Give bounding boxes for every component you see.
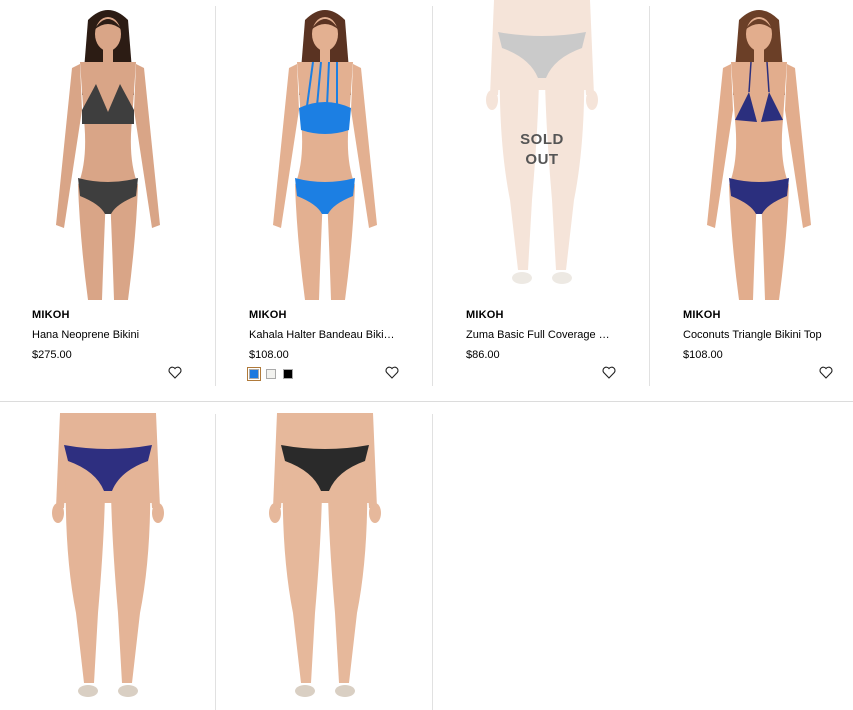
- product-image[interactable]: SOLD OUT: [434, 0, 650, 300]
- product-image[interactable]: [217, 0, 433, 300]
- product-card[interactable]: [217, 413, 433, 710]
- heart-icon[interactable]: [819, 366, 833, 379]
- product-image[interactable]: [217, 413, 433, 710]
- product-card[interactable]: SOLD OUT MIKOH Zuma Basic Full Coverage …: [434, 0, 650, 390]
- color-swatch[interactable]: [283, 369, 293, 379]
- product-brand[interactable]: MIKOH: [683, 309, 721, 321]
- heart-icon[interactable]: [385, 366, 399, 379]
- product-brand[interactable]: MIKOH: [32, 309, 70, 321]
- product-name[interactable]: Coconuts Triangle Bikini Top: [683, 329, 853, 341]
- color-swatch[interactable]: [266, 369, 276, 379]
- product-price: $275.00: [32, 349, 72, 361]
- product-image[interactable]: [0, 413, 216, 710]
- product-name[interactable]: Hana Neoprene Bikini: [32, 329, 202, 341]
- sold-out-label: SOLD OUT: [520, 131, 564, 168]
- model-figure: [707, 10, 811, 300]
- product-name[interactable]: Kahala Halter Bandeau Biki…: [249, 329, 419, 341]
- product-brand[interactable]: MIKOH: [249, 309, 287, 321]
- model-figure: [56, 10, 160, 300]
- product-price: $86.00: [466, 349, 500, 361]
- product-price: $108.00: [683, 349, 723, 361]
- product-image[interactable]: [0, 0, 216, 300]
- color-swatch[interactable]: [247, 367, 261, 381]
- model-figure: [273, 10, 377, 300]
- row-divider: [0, 401, 853, 402]
- product-name[interactable]: Zuma Basic Full Coverage …: [466, 329, 636, 341]
- heart-icon[interactable]: [602, 366, 616, 379]
- heart-icon[interactable]: [168, 366, 182, 379]
- product-brand[interactable]: MIKOH: [466, 309, 504, 321]
- product-card[interactable]: MIKOH Kahala Halter Bandeau Biki… $108.0…: [217, 0, 433, 390]
- color-swatches: [247, 367, 293, 381]
- product-price: $108.00: [249, 349, 289, 361]
- model-figure: [52, 413, 164, 697]
- product-card[interactable]: MIKOH Hana Neoprene Bikini $275.00: [0, 0, 216, 390]
- product-card[interactable]: MIKOH Coconuts Triangle Bikini Top $108.…: [651, 0, 853, 390]
- product-card[interactable]: [0, 413, 216, 710]
- product-image[interactable]: [651, 0, 853, 300]
- model-figure: [269, 413, 381, 697]
